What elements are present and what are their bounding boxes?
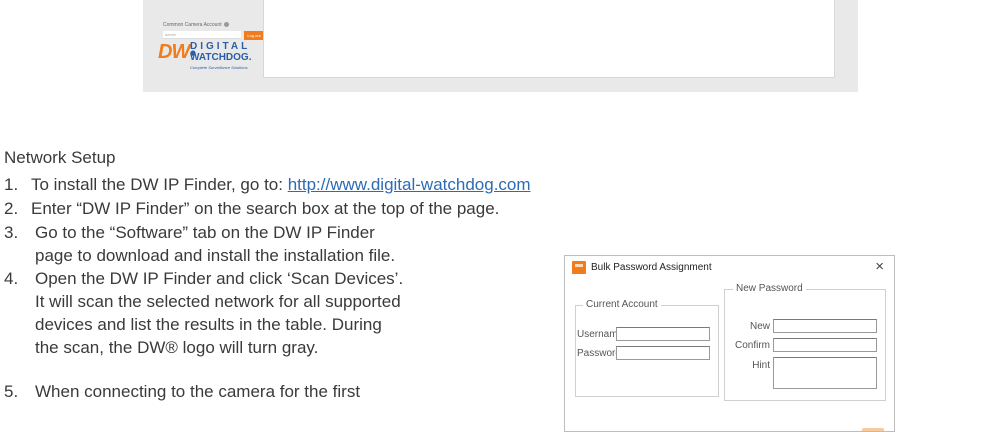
camera-username-field[interactable]: admin (163, 31, 241, 39)
dialog-titlebar: Bulk Password Assignment × (565, 256, 894, 280)
confirm-password-label: Confirm (734, 340, 770, 351)
step-3: 3. Go to the “Software” tab on the DW IP… (4, 221, 550, 267)
digital-watchdog-logo: DW● DIGITAL WATCHDOG. Complete Surveilla… (158, 41, 268, 73)
account-panel: Common Camera Account admin Log out DW● … (155, 0, 264, 92)
username-input[interactable] (616, 327, 710, 341)
step-number: 5. (4, 382, 19, 401)
step-number: 3. (4, 223, 19, 242)
step-text-line: It will scan the selected network for al… (35, 292, 401, 311)
new-password-label: New (749, 321, 770, 332)
username-label: Username (577, 329, 624, 340)
logout-button[interactable]: Log out (244, 31, 264, 40)
step-text-line: Go to the “Software” tab on the DW IP Fi… (35, 223, 375, 242)
step-4: 4. Open the DW IP Finder and click ‘Scan… (4, 267, 550, 359)
step-text-line: devices and list the results in the tabl… (35, 315, 382, 334)
step-number: 1. (4, 175, 19, 194)
step-1: 1. To install the DW IP Finder, go to: ht… (4, 173, 531, 196)
app-icon (572, 261, 586, 274)
step-number: 2. (4, 199, 19, 218)
close-icon[interactable]: × (875, 259, 884, 275)
dialog-title: Bulk Password Assignment (591, 262, 712, 273)
step-number: 4. (4, 269, 19, 288)
step-text: To install the DW IP Finder, go to: (31, 175, 288, 194)
hint-input[interactable] (773, 357, 877, 389)
hint-label: Hint (752, 360, 770, 371)
step-text-line: the scan, the DW® logo will turn gray. (35, 338, 319, 357)
step-text-line: page to download and install the install… (35, 246, 396, 265)
logo-tagline: Complete Surveillance Solutions (190, 65, 248, 70)
help-icon[interactable] (223, 22, 229, 28)
website-link[interactable]: http://www.digital-watchdog.com (288, 175, 531, 194)
confirm-password-input[interactable] (773, 338, 877, 352)
password-input[interactable] (616, 346, 710, 360)
current-account-legend: Current Account (583, 299, 661, 310)
section-title: Network Setup (4, 148, 116, 167)
step-2: 2. Enter “DW IP Finder” on the search box… (4, 197, 499, 220)
new-password-legend: New Password (733, 283, 806, 294)
software-screenshot: Common Camera Account admin Log out DW● … (143, 0, 858, 92)
dialog-button-partial[interactable] (862, 428, 884, 431)
bulk-password-dialog: Bulk Password Assignment × Current Accou… (564, 255, 895, 432)
logo-word-watchdog: WATCHDOG. (190, 52, 252, 63)
step-text-line: Open the DW IP Finder and click ‘Scan De… (35, 269, 404, 288)
screenshot-content-area (263, 0, 835, 78)
new-password-input[interactable] (773, 319, 877, 333)
step-5: 5. When connecting to the camera for the… (4, 380, 550, 403)
logo-word-digital: DIGITAL (190, 41, 251, 52)
step-text: Enter “DW IP Finder” on the search box a… (31, 199, 500, 218)
step-text-line: When connecting to the camera for the fi… (35, 382, 361, 401)
camera-account-label: Common Camera Account (163, 22, 229, 28)
password-label: Password (577, 348, 621, 359)
